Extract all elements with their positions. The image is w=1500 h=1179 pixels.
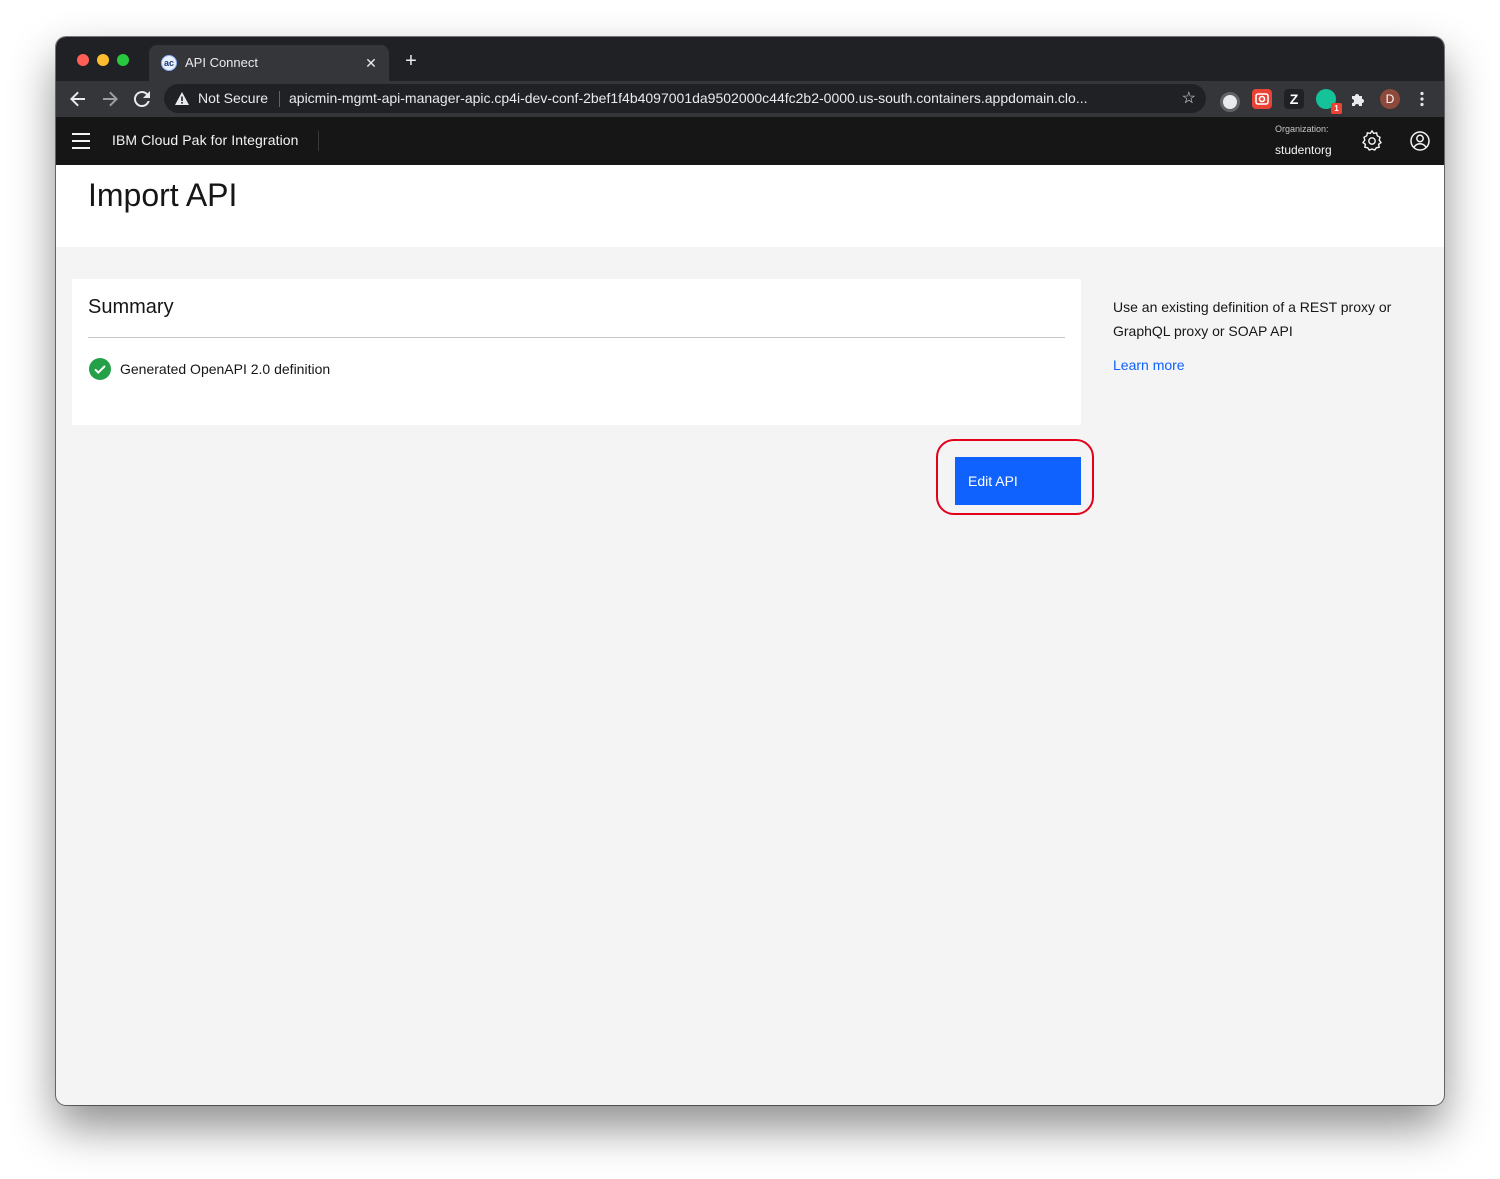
browser-toolbar: Not Secure apicmin-mgmt-api-manager-apic… bbox=[56, 81, 1444, 117]
organization-label: Organization: bbox=[1275, 124, 1329, 134]
reload-icon[interactable] bbox=[130, 87, 154, 111]
page-title: Import API bbox=[88, 177, 238, 213]
user-profile-icon[interactable] bbox=[1408, 129, 1432, 153]
profile-avatar[interactable]: D bbox=[1380, 89, 1400, 109]
settings-gear-icon[interactable] bbox=[1360, 129, 1384, 153]
summary-title: Summary bbox=[88, 296, 174, 318]
extension-grammarly-icon[interactable]: 1 bbox=[1316, 89, 1342, 114]
back-arrow-icon[interactable] bbox=[66, 87, 90, 111]
page-title-band: Import API bbox=[56, 165, 1444, 247]
browser-menu-icon[interactable] bbox=[1412, 89, 1432, 109]
maximize-window-button[interactable] bbox=[117, 54, 129, 66]
close-window-button[interactable] bbox=[77, 54, 89, 66]
warning-icon bbox=[175, 92, 189, 105]
forward-arrow-icon[interactable] bbox=[98, 87, 122, 111]
learn-more-link[interactable]: Learn more bbox=[1113, 357, 1185, 373]
api-connect-favicon-icon: ac bbox=[161, 55, 177, 71]
checkmark-success-icon bbox=[89, 358, 111, 380]
security-status[interactable]: Not Secure bbox=[198, 90, 268, 106]
omnibox-divider bbox=[279, 91, 280, 107]
extension-z-icon[interactable]: Z bbox=[1284, 89, 1304, 109]
close-tab-icon[interactable]: ✕ bbox=[361, 53, 381, 73]
tab-title: API Connect bbox=[185, 55, 258, 70]
help-description: Use an existing definition of a REST pro… bbox=[1113, 299, 1392, 339]
extension-camera-icon[interactable] bbox=[1252, 89, 1272, 109]
browser-tab[interactable]: ac API Connect ✕ bbox=[149, 45, 389, 81]
organization-selector[interactable]: studentorg bbox=[1275, 143, 1332, 157]
edit-api-button[interactable]: Edit API bbox=[955, 457, 1081, 505]
product-name[interactable]: IBM Cloud Pak for Integration bbox=[112, 132, 299, 148]
summary-divider bbox=[88, 337, 1065, 338]
extension-record-icon[interactable] bbox=[1220, 92, 1240, 112]
header-divider bbox=[318, 131, 319, 151]
summary-item-text: Generated OpenAPI 2.0 definition bbox=[120, 361, 331, 377]
address-bar[interactable]: Not Secure apicmin-mgmt-api-manager-apic… bbox=[164, 84, 1206, 113]
minimize-window-button[interactable] bbox=[97, 54, 109, 66]
extension-badge: 1 bbox=[1331, 103, 1342, 114]
summary-card: Summary Generated OpenAPI 2.0 definition bbox=[72, 279, 1081, 425]
tab-strip: ac API Connect ✕ + bbox=[56, 37, 1444, 81]
app-header: IBM Cloud Pak for Integration Organizati… bbox=[56, 117, 1444, 165]
url-text[interactable]: apicmin-mgmt-api-manager-apic.cp4i-dev-c… bbox=[289, 90, 1169, 106]
extensions-puzzle-icon[interactable] bbox=[1348, 89, 1368, 109]
browser-window: ac API Connect ✕ + Not Secure apicmin-mg… bbox=[56, 37, 1444, 1105]
bookmark-star-icon[interactable]: ☆ bbox=[1182, 88, 1196, 108]
hamburger-menu-icon[interactable] bbox=[72, 133, 90, 149]
new-tab-button[interactable]: + bbox=[400, 50, 422, 72]
